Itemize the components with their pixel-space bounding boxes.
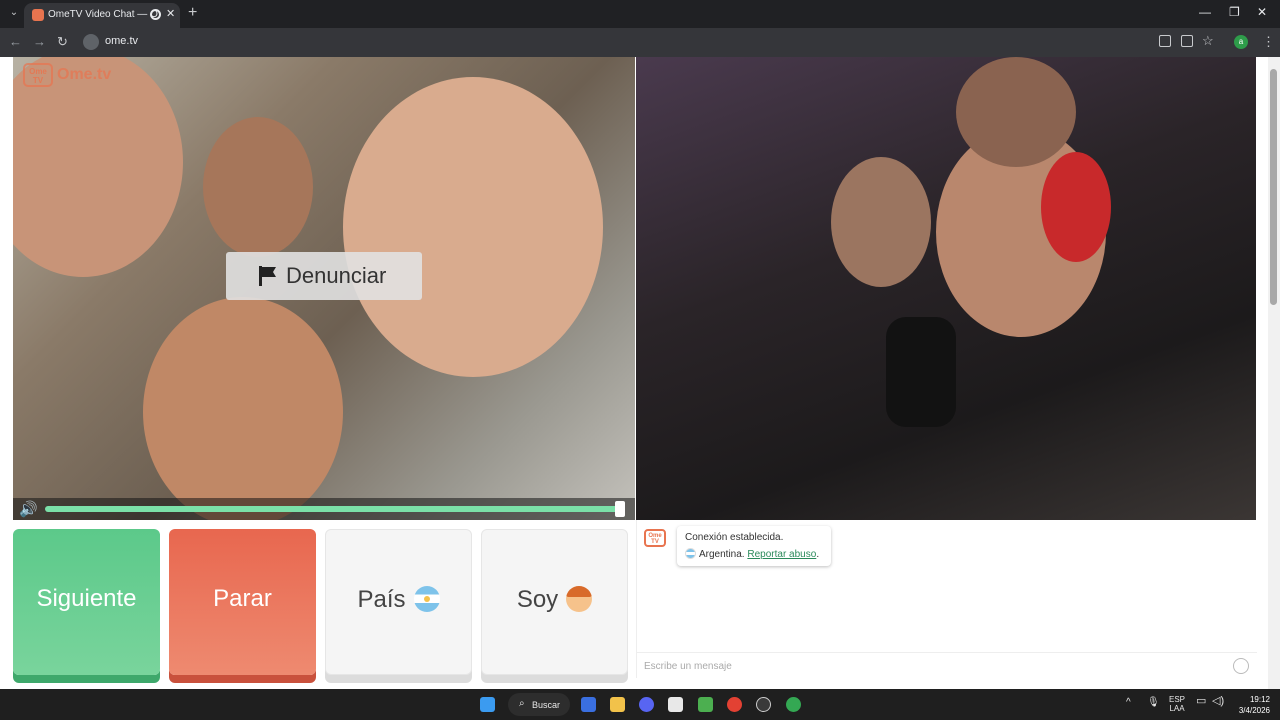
profile-avatar[interactable]: a xyxy=(1234,35,1248,49)
stop-button[interactable]: Parar xyxy=(169,529,316,675)
close-tab-icon[interactable]: ✕ xyxy=(166,7,175,20)
tray-expand-icon[interactable]: ^ xyxy=(1126,698,1131,708)
face-blob xyxy=(13,57,183,277)
gender-label-row: Soy xyxy=(482,586,627,614)
face-blob xyxy=(203,117,313,257)
forward-icon[interactable]: → xyxy=(33,34,46,49)
browser-tab-bar: ⌄ OmeTV Video Chat — Ome ✕ + — ❐ ✕ xyxy=(0,0,1280,28)
file-explorer-icon[interactable] xyxy=(610,697,625,712)
volume-slider[interactable] xyxy=(45,506,623,512)
remote-video: Ome TV Ome.tv Denunciar xyxy=(13,57,635,520)
clock-date: 3/4/2026 xyxy=(1238,706,1270,715)
omnibox[interactable]: ome.tv xyxy=(80,31,1180,53)
url-text: ome.tv xyxy=(105,35,139,47)
search-label: Buscar xyxy=(532,700,561,710)
ometv-logo: Ome TV Ome.tv xyxy=(23,63,115,87)
network-icon[interactable]: ▭ xyxy=(1196,696,1206,707)
search-icon: ⌕ xyxy=(519,698,525,709)
volume-bar: 🔊 xyxy=(13,498,635,520)
message-placeholder: Escribe un mensaje xyxy=(644,661,732,672)
logo-badge: Ome TV xyxy=(23,63,53,87)
clock-time: 19:12 xyxy=(1249,695,1270,704)
report-abuse-link[interactable]: Reportar abuso xyxy=(747,549,816,560)
next-button[interactable]: Siguiente xyxy=(13,529,160,675)
headphones-blob xyxy=(1041,152,1111,262)
browser-tab[interactable]: OmeTV Video Chat — Ome ✕ xyxy=(24,3,180,28)
cast-icon[interactable] xyxy=(1181,35,1193,47)
system-message: Conexión establecida. Argentina. Reporta… xyxy=(677,526,831,566)
tab-title: OmeTV Video Chat — Ome xyxy=(48,9,158,20)
volume-handle[interactable] xyxy=(615,501,625,517)
country-name: Argentina. xyxy=(699,549,745,560)
chat-logo-icon: Ome TV xyxy=(644,529,666,547)
volume-icon[interactable]: ◁) xyxy=(1212,696,1224,707)
language-indicator[interactable]: ESP LAA xyxy=(1166,695,1188,713)
emoji-icon[interactable] xyxy=(1233,658,1249,674)
browser-menu-icon[interactable]: ⋮ xyxy=(1262,34,1275,50)
microphone-icon[interactable]: 🎙 xyxy=(1147,698,1160,708)
store-icon[interactable] xyxy=(668,697,683,712)
close-window-icon[interactable]: ✕ xyxy=(1257,5,1267,19)
microphone-blob xyxy=(886,317,956,427)
taskbar-search[interactable]: ⌕ Buscar xyxy=(508,693,570,716)
country-button[interactable]: País xyxy=(325,529,472,675)
face-blob xyxy=(143,297,343,520)
argentina-flag-icon xyxy=(685,548,696,559)
stop-label: Parar xyxy=(213,585,272,612)
ometv-favicon-icon xyxy=(32,9,44,21)
local-video xyxy=(636,57,1256,520)
gender-label: Soy xyxy=(516,586,559,613)
face-blob xyxy=(956,57,1076,167)
country-label-row: País xyxy=(326,586,471,614)
site-info-icon[interactable] xyxy=(83,34,99,50)
face-blob xyxy=(831,157,931,287)
country-line: Argentina. Reportar abuso. xyxy=(685,548,819,560)
reload-icon[interactable]: ↻ xyxy=(57,34,68,50)
chat-panel: Ome TV Conexión establecida. Argentina. … xyxy=(636,520,1257,678)
minimize-icon[interactable]: — xyxy=(1199,5,1211,19)
next-label: Siguiente xyxy=(36,585,137,612)
report-button[interactable]: Denunciar xyxy=(226,252,422,300)
obs-icon[interactable] xyxy=(756,697,771,712)
ometv-page: Ome TV Ome.tv Denunciar 🔊 Siguiente Para… xyxy=(0,57,1280,689)
back-icon[interactable]: ← xyxy=(9,34,22,49)
minecraft-icon[interactable] xyxy=(698,697,713,712)
country-label: País xyxy=(357,586,406,613)
language-bottom: LAA xyxy=(1169,704,1185,713)
new-tab-icon[interactable]: + xyxy=(188,4,197,22)
scrollbar-thumb[interactable] xyxy=(1270,69,1277,305)
app-icon[interactable] xyxy=(581,697,596,712)
discord-icon[interactable] xyxy=(639,697,654,712)
face-blob xyxy=(343,77,603,377)
tab-search-icon[interactable]: ⌄ xyxy=(6,5,22,21)
address-bar: ← → ↻ ome.tv ☆ xyxy=(0,28,1280,57)
logo-text: Ome.tv xyxy=(57,66,112,83)
speaker-icon[interactable]: 🔊 xyxy=(19,502,39,518)
argentina-flag-icon xyxy=(413,586,440,612)
gender-button[interactable]: Soy xyxy=(481,529,628,675)
recording-icon xyxy=(150,9,161,20)
restore-icon[interactable]: ❐ xyxy=(1229,5,1240,19)
taskbar-clock[interactable]: 19:12 3/4/2026 xyxy=(1236,694,1270,716)
windows-start-icon[interactable] xyxy=(480,697,495,712)
message-input[interactable]: Escribe un mensaje xyxy=(637,652,1257,678)
language-top: ESP xyxy=(1168,695,1185,704)
connection-status: Conexión establecida. xyxy=(685,532,784,543)
chrome-icon[interactable] xyxy=(727,697,742,712)
page-scrollbar[interactable] xyxy=(1268,57,1280,689)
report-label: Denunciar xyxy=(286,263,387,288)
translate-icon[interactable] xyxy=(1159,35,1171,47)
windows-taskbar: ⌕ Buscar ^ 🎙 ESP LAA ▭ ◁) 19:12 3/4/2026 xyxy=(0,689,1280,720)
bookmark-star-icon[interactable]: ☆ xyxy=(1202,33,1214,49)
chrome-profile-icon[interactable] xyxy=(786,697,801,712)
flag-icon xyxy=(259,266,276,286)
boy-icon xyxy=(566,586,593,612)
